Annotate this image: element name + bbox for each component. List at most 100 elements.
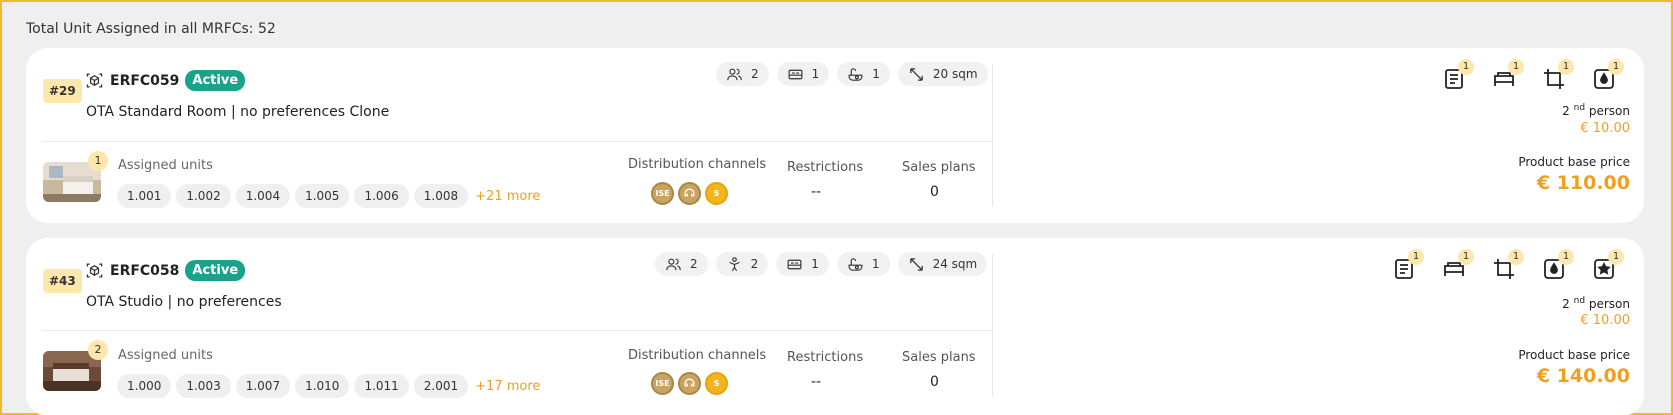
facility-count: 1 bbox=[1558, 249, 1574, 265]
room-title: OTA Studio | no preferences bbox=[86, 294, 282, 310]
unit-chip[interactable]: 1.007 bbox=[235, 374, 291, 398]
unit-chip[interactable]: 1.002 bbox=[176, 184, 231, 208]
facility-crop[interactable]: 1 bbox=[1542, 59, 1574, 91]
spec-area: 24 sqm bbox=[897, 252, 988, 276]
spec-value: 1 bbox=[871, 257, 880, 271]
facility-star[interactable]: 1 bbox=[1592, 249, 1624, 281]
channel-ise-icon[interactable]: ISE bbox=[651, 182, 674, 205]
bath-icon bbox=[848, 257, 863, 271]
extra-person-label: 2 nd person bbox=[1562, 103, 1630, 118]
facility-count: 1 bbox=[1458, 249, 1474, 265]
thumb-count-badge: 2 bbox=[88, 340, 108, 360]
spec-children: 2 bbox=[715, 252, 769, 276]
channel-s-icon[interactable]: S bbox=[705, 372, 728, 395]
facility-list[interactable]: 1 bbox=[1392, 249, 1424, 281]
ordinal-suffix: nd bbox=[1573, 296, 1586, 306]
facility-drop[interactable]: 1 bbox=[1592, 59, 1624, 91]
persons-icon bbox=[666, 258, 681, 270]
room-code-row: ERFC059 Active bbox=[85, 70, 246, 91]
restrictions-value: -- bbox=[811, 184, 822, 200]
unit-chip[interactable]: 1.000 bbox=[117, 374, 172, 398]
assigned-units-list: 1.000 1.003 1.007 1.010 1.011 2.001 +17 … bbox=[117, 374, 540, 398]
facility-count: 1 bbox=[1508, 59, 1524, 75]
assigned-units-label: Assigned units bbox=[118, 158, 213, 173]
facility-count: 1 bbox=[1558, 59, 1574, 75]
person-text: person bbox=[1588, 297, 1630, 311]
sales-plans-value: 0 bbox=[930, 184, 939, 200]
room-specs: 2 1 1 20 sqm bbox=[716, 62, 988, 86]
thumb-count-badge: 1 bbox=[88, 151, 108, 171]
person-ordinal: 2 bbox=[1562, 104, 1570, 118]
facility-list[interactable]: 1 bbox=[1442, 59, 1474, 91]
divider bbox=[992, 254, 993, 396]
base-price-value: € 140.00 bbox=[1536, 365, 1630, 387]
unit-chip[interactable]: 2.001 bbox=[413, 374, 469, 398]
assigned-units-list: 1.001 1.002 1.004 1.005 1.006 1.008 +21 … bbox=[117, 184, 540, 208]
channel-s-icon[interactable]: S bbox=[705, 182, 728, 205]
spec-value: 1 bbox=[811, 67, 820, 81]
unit-chip[interactable]: 1.001 bbox=[117, 184, 172, 208]
room-card[interactable]: #43 ERFC058 Active OTA Studio | no prefe… bbox=[26, 238, 1644, 415]
total-units-summary: Total Unit Assigned in all MRFCs: 52 bbox=[26, 21, 276, 37]
divider bbox=[992, 64, 993, 206]
bed-icon bbox=[788, 69, 803, 79]
resize-icon bbox=[909, 257, 923, 271]
restrictions-label: Restrictions bbox=[787, 160, 864, 175]
facility-count: 1 bbox=[1408, 249, 1424, 265]
distribution-channels-label: Distribution channels bbox=[628, 157, 767, 172]
unit-chip[interactable]: 1.005 bbox=[295, 184, 350, 208]
room-number-badge: #29 bbox=[43, 79, 82, 103]
assigned-units-label: Assigned units bbox=[118, 348, 213, 363]
more-units-link[interactable]: +17 more bbox=[475, 379, 540, 394]
unit-chip[interactable]: 1.006 bbox=[354, 184, 409, 208]
bed-icon bbox=[787, 259, 802, 269]
extra-person-price: € 10.00 bbox=[1580, 313, 1630, 328]
cube-icon bbox=[86, 73, 103, 88]
cube-icon bbox=[86, 263, 103, 278]
unit-chip[interactable]: 1.004 bbox=[235, 184, 291, 208]
base-price-value: € 110.00 bbox=[1536, 172, 1630, 194]
sales-plans-label: Sales plans bbox=[902, 350, 976, 365]
room-card[interactable]: #29 ERFC059 Active OTA Standard Room | n… bbox=[26, 48, 1644, 223]
persons-icon bbox=[727, 68, 742, 80]
spec-value: 2 bbox=[751, 67, 759, 81]
sales-plans-label: Sales plans bbox=[902, 160, 976, 175]
room-specs: 2 2 1 1 24 sqm bbox=[655, 252, 988, 276]
status-badge: Active bbox=[185, 70, 246, 91]
ordinal-suffix: nd bbox=[1573, 103, 1586, 113]
channel-ise-icon[interactable]: ISE bbox=[651, 372, 674, 395]
facility-bed[interactable]: 1 bbox=[1442, 249, 1474, 281]
spec-value: 20 sqm bbox=[932, 67, 978, 81]
unit-chip[interactable]: 1.003 bbox=[176, 374, 231, 398]
more-units-link[interactable]: +21 more bbox=[475, 189, 540, 204]
child-icon bbox=[728, 256, 740, 271]
spec-baths: 1 bbox=[837, 62, 890, 86]
person-ordinal: 2 bbox=[1562, 297, 1570, 311]
spec-value: 2 bbox=[690, 257, 698, 271]
facility-bed[interactable]: 1 bbox=[1492, 59, 1524, 91]
channel-chat-icon[interactable] bbox=[678, 182, 701, 205]
base-price-label: Product base price bbox=[1518, 348, 1630, 362]
facilities-icons: 1 1 1 1 bbox=[1442, 59, 1624, 91]
spec-persons: 2 bbox=[716, 62, 769, 86]
base-price-label: Product base price bbox=[1518, 155, 1630, 169]
spec-value: 1 bbox=[811, 257, 819, 271]
channel-chat-icon[interactable] bbox=[678, 372, 701, 395]
distribution-channels-label: Distribution channels bbox=[628, 348, 767, 363]
room-code: ERFC059 bbox=[110, 72, 180, 89]
spec-beds: 1 bbox=[776, 252, 829, 276]
facility-count: 1 bbox=[1608, 249, 1624, 265]
unit-chip[interactable]: 1.008 bbox=[413, 184, 469, 208]
restrictions-label: Restrictions bbox=[787, 350, 864, 365]
unit-chip[interactable]: 1.010 bbox=[295, 374, 350, 398]
spec-area: 20 sqm bbox=[897, 62, 988, 86]
facility-count: 1 bbox=[1508, 249, 1524, 265]
spec-value: 24 sqm bbox=[932, 257, 978, 271]
room-number-badge: #43 bbox=[43, 269, 82, 293]
facility-drop[interactable]: 1 bbox=[1542, 249, 1574, 281]
divider bbox=[42, 141, 992, 142]
status-badge: Active bbox=[185, 260, 246, 281]
distribution-channels: ISE S bbox=[651, 182, 728, 205]
facility-crop[interactable]: 1 bbox=[1492, 249, 1524, 281]
unit-chip[interactable]: 1.011 bbox=[354, 374, 409, 398]
